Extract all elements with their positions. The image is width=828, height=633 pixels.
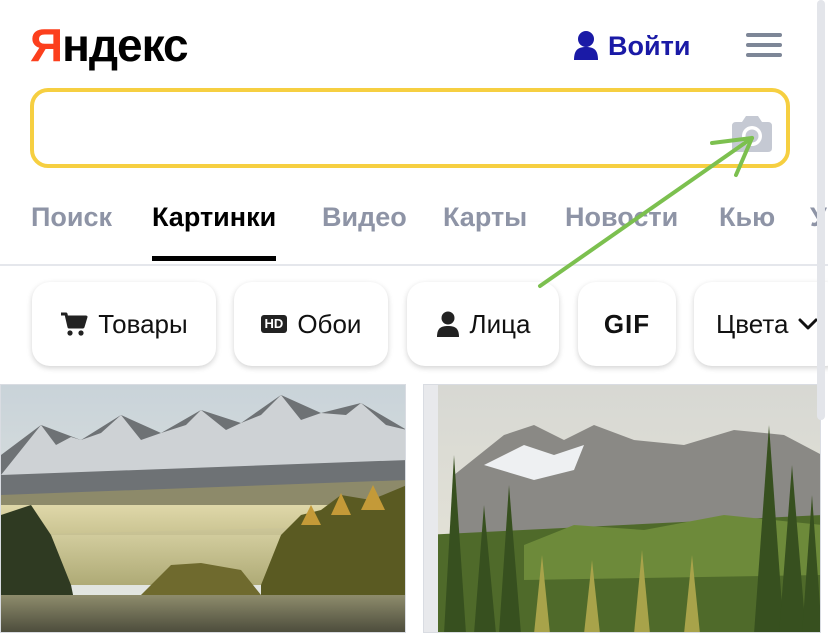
search-input[interactable] (54, 104, 718, 154)
tab-news[interactable]: Новости (565, 202, 678, 233)
cart-icon (61, 312, 88, 336)
vertical-tabs: Поиск Картинки Видео Карты Новости Кью У (0, 188, 828, 266)
login-label: Войти (608, 30, 691, 61)
hd-icon: HD (260, 315, 288, 333)
filter-label: GIF (603, 308, 651, 339)
tab-maps[interactable]: Карты (443, 202, 527, 233)
person-icon (436, 311, 459, 337)
yandex-logo[interactable]: Яндекс (30, 20, 189, 70)
filter-faces[interactable]: Лица (407, 282, 559, 366)
tab-search[interactable]: Поиск (31, 202, 112, 233)
filter-colors[interactable]: Цвета (694, 282, 828, 366)
tab-q[interactable]: Кью (719, 202, 775, 233)
tab-video[interactable]: Видео (322, 202, 407, 233)
filter-label: Обои (297, 308, 362, 339)
chevron-down-icon (798, 318, 818, 330)
login-button[interactable]: Войти (572, 26, 690, 66)
mountain-forest-image (424, 385, 820, 632)
hamburger-menu-icon[interactable] (744, 30, 784, 60)
camera-icon[interactable] (728, 114, 776, 154)
search-box[interactable] (30, 88, 790, 168)
filter-label: Цвета (716, 308, 789, 339)
filter-label: Товары (98, 308, 188, 339)
user-icon (574, 31, 598, 60)
image-result-1[interactable] (0, 384, 406, 633)
mountain-lake-image (1, 385, 405, 632)
filter-label: Лица (469, 308, 531, 339)
tab-images[interactable]: Картинки (152, 202, 277, 261)
filter-gif[interactable]: GIF (578, 282, 676, 366)
filter-wallpapers[interactable]: HD Обои (234, 282, 388, 366)
scrollbar[interactable] (817, 0, 825, 420)
filter-products[interactable]: Товары (32, 282, 216, 366)
image-result-2[interactable] (423, 384, 821, 633)
